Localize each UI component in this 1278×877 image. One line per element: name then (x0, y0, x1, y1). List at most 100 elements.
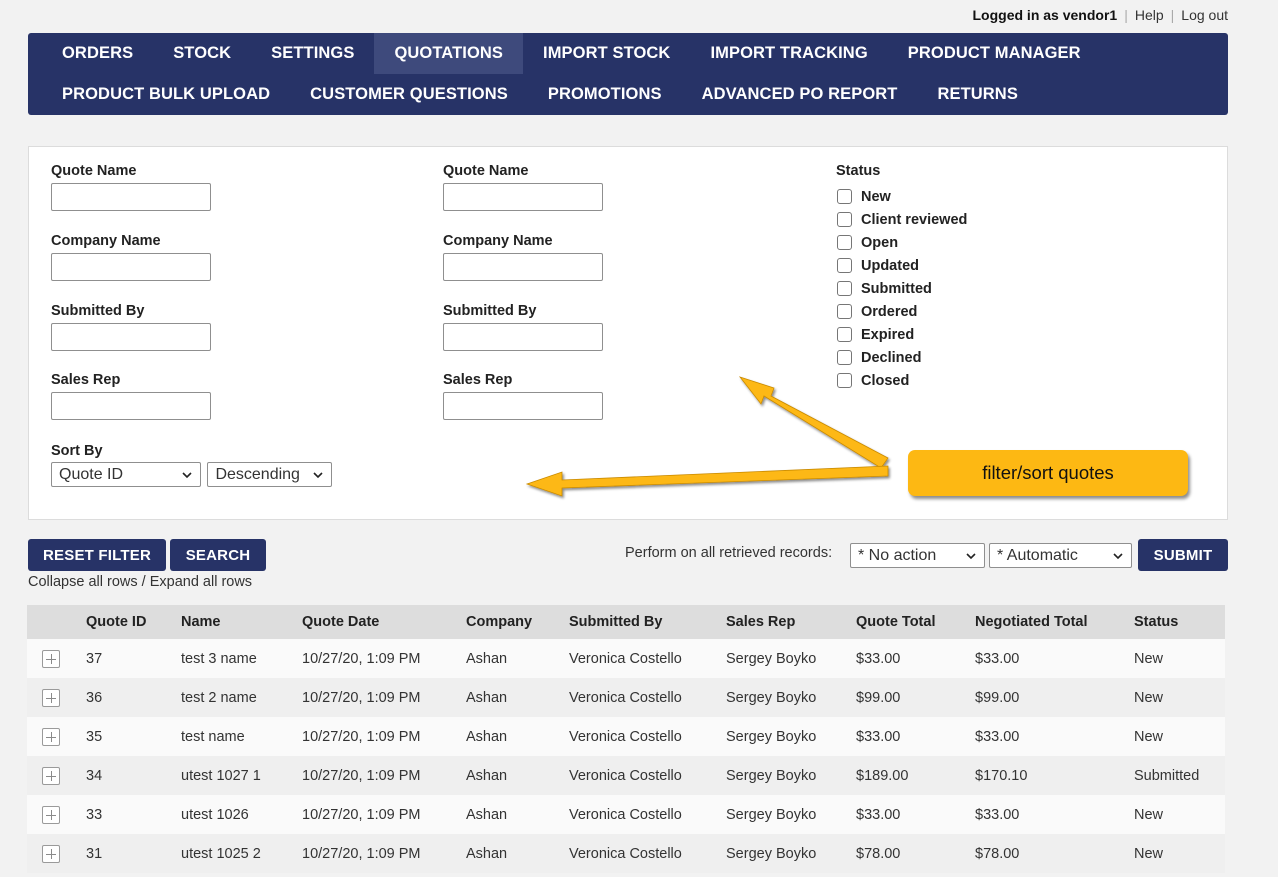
option-label: Ordered (861, 303, 918, 320)
expand-plus-icon[interactable] (42, 805, 60, 824)
quote-name-input-2[interactable] (443, 183, 603, 211)
expand-cell (27, 834, 86, 873)
cell-submitted-by: Veronica Costello (569, 728, 682, 745)
field-label: Company Name (51, 233, 161, 249)
checkbox[interactable] (837, 304, 852, 319)
table-row[interactable]: 34 utest 1027 1 10/27/20, 1:09 PM Ashan … (27, 756, 1225, 795)
reset-filter-button[interactable]: RESET FILTER (28, 539, 166, 571)
nav-settings[interactable]: SETTINGS (251, 33, 374, 74)
checkbox[interactable] (837, 281, 852, 296)
field-label: Submitted By (51, 303, 145, 319)
header-status[interactable]: Status (1134, 605, 1225, 639)
main-nav: ORDERS STOCK SETTINGS QUOTATIONS IMPORT … (28, 33, 1228, 115)
submitted-by-input[interactable] (51, 323, 211, 351)
submitted-by-input-2[interactable] (443, 323, 603, 351)
header-quote-id[interactable]: Quote ID (86, 605, 181, 639)
cell-quote-total: $33.00 (856, 650, 901, 667)
nav-customer-questions[interactable]: CUSTOMER QUESTIONS (290, 74, 528, 115)
nav-quotations[interactable]: QUOTATIONS (374, 33, 524, 74)
help-link[interactable]: Help (1135, 7, 1164, 23)
header-submitted-by[interactable]: Submitted By (569, 605, 726, 639)
sales-rep-input[interactable] (51, 392, 211, 420)
status-option-open[interactable]: Open (836, 231, 967, 254)
sort-order-select[interactable]: Descending (207, 462, 333, 487)
field-label: Submitted By (443, 303, 537, 319)
checkbox[interactable] (837, 350, 852, 365)
cell-submitted-by: Veronica Costello (569, 767, 682, 784)
expand-plus-icon[interactable] (42, 766, 60, 785)
select-value: Quote ID (59, 465, 124, 483)
header-company[interactable]: Company (466, 605, 569, 639)
filter-company-name-2: Company Name (443, 233, 603, 281)
checkbox[interactable] (837, 235, 852, 250)
cell-status: New (1134, 806, 1164, 823)
status-option-ordered[interactable]: Ordered (836, 300, 967, 323)
search-button[interactable]: SEARCH (170, 539, 266, 571)
status-option-expired[interactable]: Expired (836, 323, 967, 346)
user-bar: Logged in as vendor1 | Help | Log out (973, 7, 1229, 23)
logout-link[interactable]: Log out (1181, 7, 1228, 23)
chevron-down-icon (313, 471, 324, 478)
expand-plus-icon[interactable] (42, 649, 60, 668)
table-row[interactable]: 31 utest 1025 2 10/27/20, 1:09 PM Ashan … (27, 834, 1225, 873)
nav-promotions[interactable]: PROMOTIONS (528, 74, 682, 115)
sort-field-select[interactable]: Quote ID (51, 462, 201, 487)
nav-advanced-po-report[interactable]: ADVANCED PO REPORT (682, 74, 918, 115)
bulk-action-select[interactable]: * No action (850, 543, 985, 568)
status-option-closed[interactable]: Closed (836, 369, 967, 392)
nav-import-tracking[interactable]: IMPORT TRACKING (690, 33, 887, 74)
status-option-client-reviewed[interactable]: Client reviewed (836, 208, 967, 231)
sales-rep-input-2[interactable] (443, 392, 603, 420)
status-option-submitted[interactable]: Submitted (836, 277, 967, 300)
table-row[interactable]: 35 test name 10/27/20, 1:09 PM Ashan Ver… (27, 717, 1225, 756)
expand-cell (27, 795, 86, 834)
checkbox[interactable] (837, 189, 852, 204)
filter-sales-rep-2: Sales Rep (443, 372, 603, 420)
header-sales-rep[interactable]: Sales Rep (726, 605, 856, 639)
cell-company: Ashan (466, 650, 508, 667)
status-option-declined[interactable]: Declined (836, 346, 967, 369)
cell-company: Ashan (466, 767, 508, 784)
header-quote-date[interactable]: Quote Date (302, 605, 466, 639)
nav-stock[interactable]: STOCK (153, 33, 251, 74)
header-quote-total[interactable]: Quote Total (856, 605, 975, 639)
nav-product-bulk-upload[interactable]: PRODUCT BULK UPLOAD (42, 74, 290, 115)
cell-name: test name (181, 728, 245, 745)
filter-submitted-by: Submitted By (51, 303, 211, 351)
expand-plus-icon[interactable] (42, 688, 60, 707)
checkbox[interactable] (837, 212, 852, 227)
nav-orders[interactable]: ORDERS (42, 33, 153, 74)
checkbox[interactable] (837, 258, 852, 273)
expand-all-link[interactable]: Expand all rows (150, 574, 252, 590)
table-row[interactable]: 33 utest 1026 10/27/20, 1:09 PM Ashan Ve… (27, 795, 1225, 834)
cell-name: test 2 name (181, 689, 257, 706)
option-label: Submitted (861, 280, 932, 297)
expand-plus-icon[interactable] (42, 727, 60, 746)
bulk-mode-select[interactable]: * Automatic (989, 543, 1132, 568)
status-option-updated[interactable]: Updated (836, 254, 967, 277)
header-negotiated-total[interactable]: Negotiated Total (975, 605, 1134, 639)
expand-plus-icon[interactable] (42, 844, 60, 863)
cell-name: utest 1026 (181, 806, 249, 823)
submit-button[interactable]: SUBMIT (1138, 539, 1228, 571)
status-option-new[interactable]: New (836, 185, 967, 208)
table-row[interactable]: 36 test 2 name 10/27/20, 1:09 PM Ashan V… (27, 678, 1225, 717)
collapse-all-link[interactable]: Collapse all rows (28, 574, 138, 590)
cell-quote-date: 10/27/20, 1:09 PM (302, 728, 421, 745)
select-value: * No action (858, 546, 937, 564)
checkbox[interactable] (837, 327, 852, 342)
cell-quote-date: 10/27/20, 1:09 PM (302, 689, 421, 706)
header-name[interactable]: Name (181, 605, 302, 639)
nav-import-stock[interactable]: IMPORT STOCK (523, 33, 690, 74)
cell-negotiated-total: $33.00 (975, 806, 1020, 823)
quote-name-input[interactable] (51, 183, 211, 211)
nav-product-manager[interactable]: PRODUCT MANAGER (888, 33, 1101, 74)
nav-returns[interactable]: RETURNS (917, 74, 1037, 115)
cell-quote-date: 10/27/20, 1:09 PM (302, 806, 421, 823)
table-row[interactable]: 37 test 3 name 10/27/20, 1:09 PM Ashan V… (27, 639, 1225, 678)
cell-company: Ashan (466, 845, 508, 862)
checkbox[interactable] (837, 373, 852, 388)
company-name-input[interactable] (51, 253, 211, 281)
company-name-input-2[interactable] (443, 253, 603, 281)
status-title: Status (836, 163, 881, 179)
